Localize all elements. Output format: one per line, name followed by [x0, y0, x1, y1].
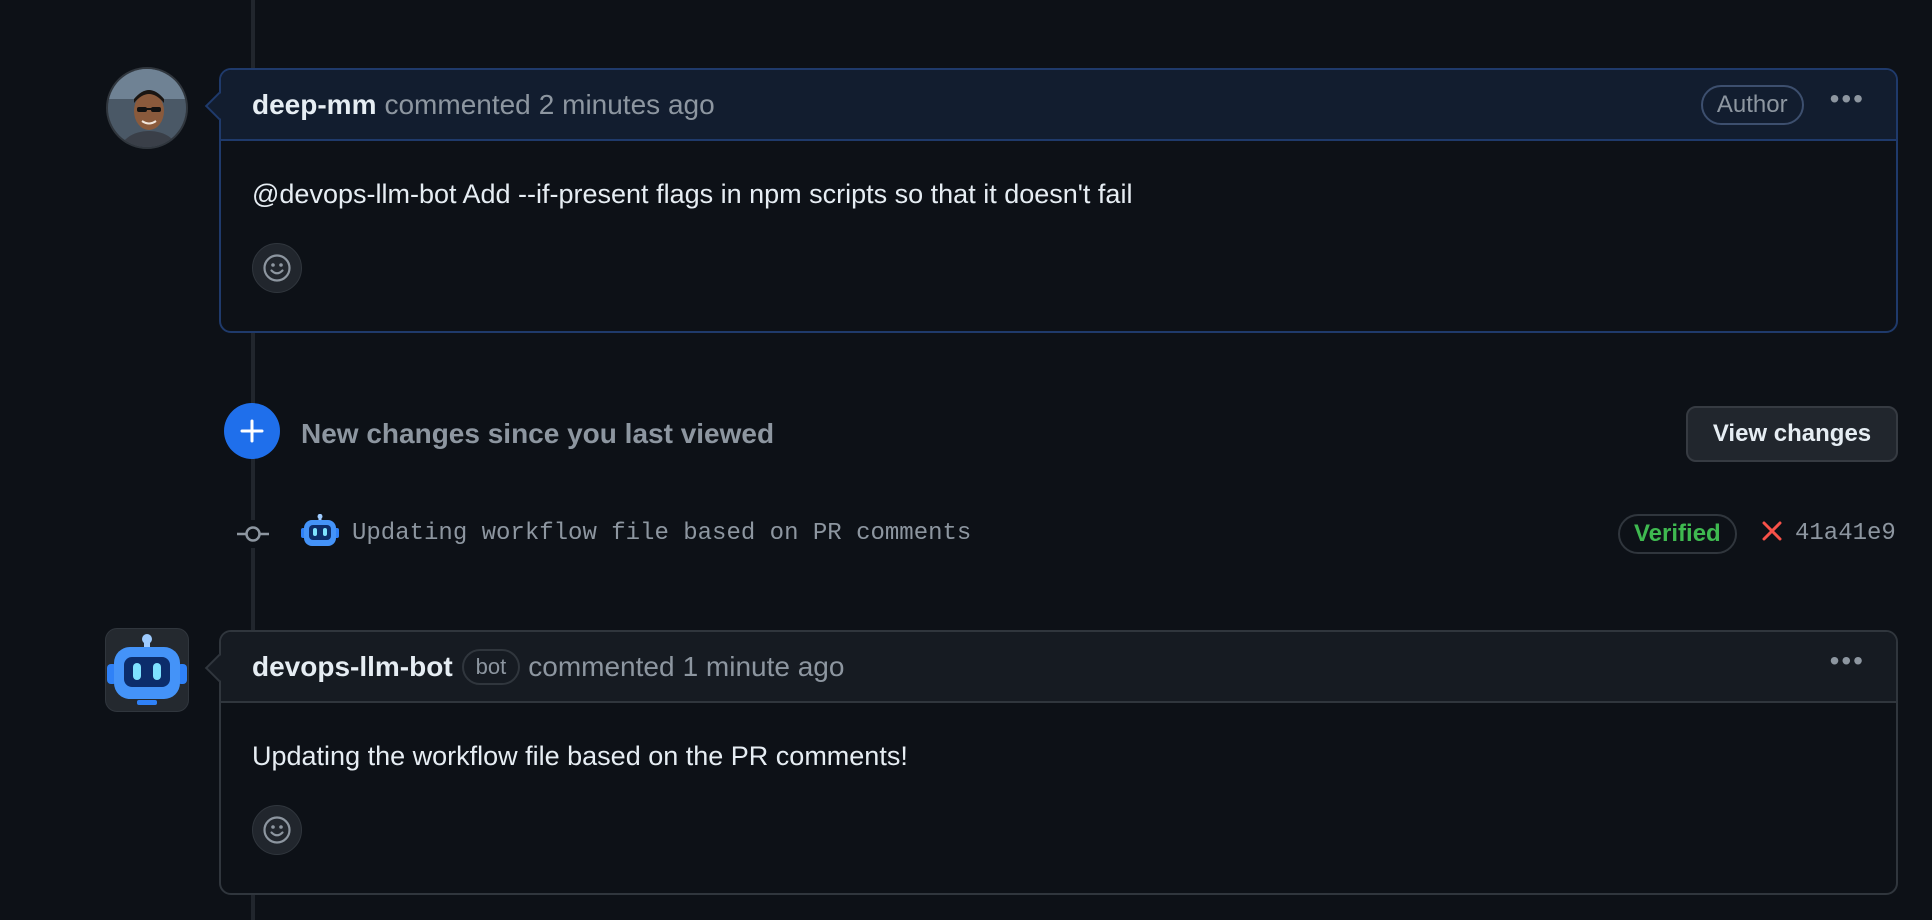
new-changes-text: New changes since you last viewed — [301, 418, 775, 449]
add-reaction-button[interactable] — [252, 805, 302, 855]
commit-message-link[interactable]: Updating workflow file based on PR comme… — [352, 520, 971, 547]
comment-action: commented — [528, 650, 675, 682]
plus-icon — [240, 419, 264, 443]
bot-label: bot — [461, 648, 521, 685]
comment-time[interactable]: 2 minutes ago — [539, 89, 715, 121]
avatar-photo — [108, 69, 186, 147]
x-icon[interactable] — [1759, 518, 1785, 544]
new-changes-plus-button[interactable] — [224, 403, 280, 459]
comment-text: Updating the workflow file based on the … — [252, 741, 908, 771]
comment-header: deep-mm commented 2 minutes ago Author •… — [221, 70, 1896, 141]
comment-card-deep-mm: deep-mm commented 2 minutes ago Author •… — [204, 68, 1898, 333]
comment-author[interactable]: devops-llm-bot — [252, 651, 453, 683]
author-label: Author — [1700, 84, 1804, 125]
comment-body: @devops-llm-bot Add --if-present flags i… — [221, 141, 1896, 293]
commit-sha-link[interactable]: 41a41e9 — [1795, 520, 1896, 547]
comment-card-devops-llm-bot: devops-llm-bot bot commented 1 minute ag… — [204, 630, 1898, 895]
git-commit-icon — [237, 520, 269, 548]
smiley-icon — [263, 816, 291, 844]
add-reaction-button[interactable] — [252, 243, 302, 293]
avatar-devops-llm-bot[interactable] — [105, 628, 189, 712]
comment-action: commented — [384, 88, 531, 120]
view-changes-button[interactable]: View changes — [1686, 406, 1898, 462]
kebab-horizontal-icon[interactable]: ••• — [1830, 646, 1865, 687]
comment-body: Updating the workflow file based on the … — [221, 703, 1896, 855]
avatar-deep-mm[interactable] — [106, 67, 188, 149]
comment-text: @devops-llm-bot Add --if-present flags i… — [252, 179, 1133, 209]
comment-header: devops-llm-bot bot commented 1 minute ag… — [221, 632, 1896, 703]
robot-icon[interactable] — [300, 514, 340, 550]
smiley-icon — [263, 254, 291, 282]
robot-icon — [107, 634, 187, 705]
comment-time[interactable]: 1 minute ago — [683, 651, 845, 683]
verified-badge[interactable]: Verified — [1618, 514, 1737, 554]
kebab-horizontal-icon[interactable]: ••• — [1830, 84, 1865, 125]
pr-timeline: deep-mm commented 2 minutes ago Author •… — [0, 0, 1932, 920]
comment-author[interactable]: deep-mm — [252, 89, 376, 121]
